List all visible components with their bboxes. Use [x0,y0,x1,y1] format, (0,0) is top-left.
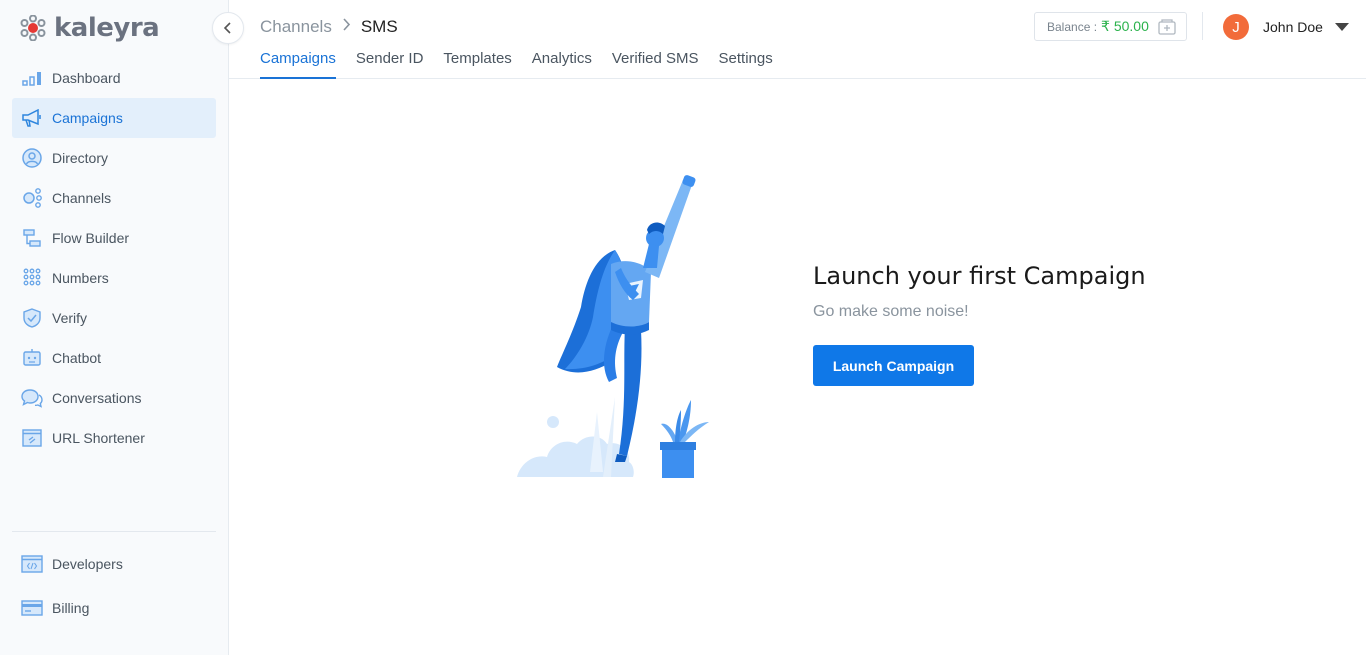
chevron-right-icon [342,18,351,36]
tab-templates[interactable]: Templates [443,48,511,79]
balance-label: Balance : [1047,19,1098,34]
megaphone-icon [20,106,44,130]
breadcrumb-channels-link[interactable]: Channels [260,17,332,37]
flow-icon [20,226,44,250]
sidebar-item-url-shortener[interactable]: URL Shortener [12,418,216,458]
tab-campaigns[interactable]: Campaigns [260,48,336,79]
sidebar-item-conversations[interactable]: Conversations [12,378,216,418]
bar-chart-icon [20,66,44,90]
sidebar-item-verify[interactable]: Verify [12,298,216,338]
user-menu[interactable]: J John Doe [1223,14,1349,40]
sidebar-item-label: Flow Builder [52,230,130,246]
chat-bubbles-icon [20,386,44,410]
sidebar-item-flow-builder[interactable]: Flow Builder [12,218,216,258]
sidebar-item-numbers[interactable]: Numbers [12,258,216,298]
caret-down-icon [1334,23,1349,31]
sidebar-item-label: Chatbot [52,350,102,366]
kaleyra-logo-icon [20,15,46,41]
sidebar-item-channels[interactable]: Channels [12,178,216,218]
shield-check-icon [20,306,44,330]
tab-analytics[interactable]: Analytics [532,48,592,79]
sidebar-item-label: Channels [52,190,112,206]
sidebar-item-label: Campaigns [52,110,123,126]
sidebar-item-label: Directory [52,150,109,166]
card-icon [20,596,44,620]
tab-settings[interactable]: Settings [719,48,773,79]
sidebar-item-label: Conversations [52,390,142,406]
page-header: Channels SMS Campaigns Sender ID Templat… [229,0,1366,79]
user-name: John Doe [1263,19,1323,35]
sidebar-item-label: Billing [52,600,90,616]
brand-name: kaleyra [54,13,160,43]
sidebar: kaleyra Dashboard Campaigns Directory Ch… [0,0,229,655]
sidebar-item-chatbot[interactable]: Chatbot [12,338,216,378]
sidebar-divider [12,531,216,532]
superhero-illustration [517,175,709,478]
chevron-left-icon [223,22,231,34]
link-window-icon [20,426,44,450]
launch-campaign-button[interactable]: Launch Campaign [813,345,974,386]
sidebar-item-developers[interactable]: Developers [12,542,216,586]
sidebar-item-campaigns[interactable]: Campaigns [12,98,216,138]
sidebar-bottom-nav: Developers Billing [12,542,216,630]
breadcrumb: Channels SMS [260,17,398,37]
code-window-icon [20,552,44,576]
sidebar-item-label: Developers [52,556,123,572]
tab-bar: Campaigns Sender ID Templates Analytics … [260,48,793,79]
balance-amount: ₹ 50.00 [1101,18,1149,34]
sidebar-item-billing[interactable]: Billing [12,586,216,630]
add-funds-icon[interactable] [1158,19,1176,38]
breadcrumb-current: SMS [360,17,398,36]
sidebar-item-label: Numbers [52,270,109,286]
brand-logo[interactable]: kaleyra [20,12,160,44]
dialpad-icon [20,266,44,290]
empty-state-subtitle: Go make some noise! [813,303,969,320]
sidebar-collapse-button[interactable] [212,12,244,44]
header-divider [1202,12,1203,40]
sidebar-item-label: Verify [52,310,88,326]
sidebar-item-directory[interactable]: Directory [12,138,216,178]
sidebar-item-label: Dashboard [52,70,121,86]
sidebar-nav: Dashboard Campaigns Directory Channels F… [12,58,216,458]
empty-state-title: Launch your first Campaign [813,262,1146,290]
sidebar-item-dashboard[interactable]: Dashboard [12,58,216,98]
sidebar-item-label: URL Shortener [52,430,145,446]
avatar: J [1223,14,1249,40]
chatbot-icon [20,346,44,370]
person-circle-icon [20,146,44,170]
balance-display: Balance : ₹ 50.00 [1034,12,1187,41]
tab-verified-sms[interactable]: Verified SMS [612,48,699,79]
share-nodes-icon [20,186,44,210]
tab-sender-id[interactable]: Sender ID [356,48,424,79]
